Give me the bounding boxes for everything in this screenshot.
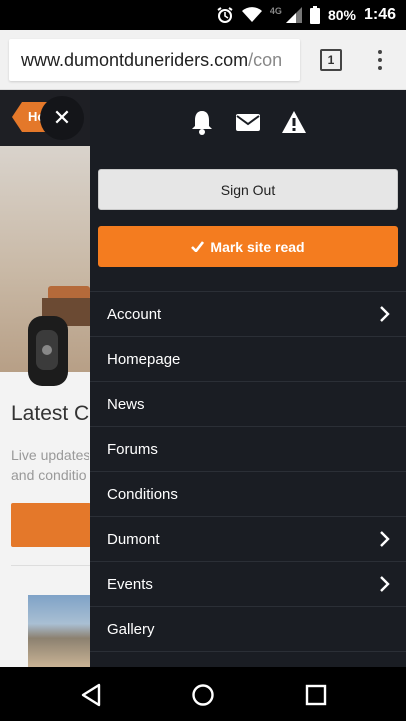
latest-description-line: Live updates xyxy=(11,447,89,463)
chevron-right-icon xyxy=(380,531,390,547)
side-menu: Sign Out Mark site read Account Homepage… xyxy=(90,90,406,667)
sign-out-button[interactable]: Sign Out xyxy=(98,169,398,210)
clock-time: 1:46 xyxy=(363,6,396,23)
android-nav-bar xyxy=(0,667,406,721)
cell-signal-icon xyxy=(285,7,302,23)
latest-description-line: and conditio xyxy=(11,467,87,483)
browser-menu-icon[interactable] xyxy=(370,47,390,73)
menu-icon-row xyxy=(90,108,406,142)
home-icon[interactable] xyxy=(191,683,215,707)
recents-icon[interactable] xyxy=(304,683,328,707)
menu-item-events[interactable]: Events xyxy=(90,561,406,606)
menu-item-label: Homepage xyxy=(107,350,181,368)
status-icons: 4G 80% 1:46 xyxy=(216,0,396,30)
menu-item-label: Forums xyxy=(107,440,158,458)
dune-buggy-image xyxy=(28,286,90,386)
menu-item-news[interactable]: News xyxy=(90,381,406,426)
mark-site-read-label: Mark site read xyxy=(210,238,305,255)
url-host: www.dumontduneriders.com xyxy=(21,49,249,70)
close-menu-button[interactable]: ✕ xyxy=(40,96,84,140)
menu-item-label: News xyxy=(107,395,145,413)
status-bar: 4G 80% 1:46 xyxy=(0,0,406,30)
divider xyxy=(11,565,91,566)
menu-item-label: Gallery xyxy=(107,620,155,638)
latest-heading: Latest C xyxy=(11,402,90,425)
battery-percent: 80% xyxy=(327,7,356,23)
battery-icon xyxy=(309,6,320,24)
mark-site-read-button[interactable]: Mark site read xyxy=(98,226,398,267)
network-type-label: 4G xyxy=(269,6,282,16)
menu-item-more[interactable] xyxy=(90,651,406,667)
warning-icon[interactable] xyxy=(281,108,307,136)
menu-item-label: Account xyxy=(107,305,162,323)
chevron-right-icon xyxy=(380,576,390,592)
wifi-icon xyxy=(241,7,262,23)
browser-toolbar: www.dumontduneriders.com/con 1 xyxy=(0,30,406,90)
menu-item-dumont[interactable]: Dumont xyxy=(90,516,406,561)
latest-description: Live updates and conditio xyxy=(11,445,89,485)
url-field[interactable]: www.dumontduneriders.com/con xyxy=(9,39,300,81)
orange-cta-button[interactable] xyxy=(11,503,91,547)
menu-item-conditions[interactable]: Conditions xyxy=(90,471,406,516)
menu-item-label: Events xyxy=(107,575,153,593)
menu-item-account[interactable]: Account xyxy=(90,291,406,336)
back-icon[interactable] xyxy=(79,683,103,707)
menu-item-forums[interactable]: Forums xyxy=(90,426,406,471)
menu-item-homepage[interactable]: Homepage xyxy=(90,336,406,381)
bell-icon[interactable] xyxy=(189,108,215,136)
menu-item-gallery[interactable]: Gallery xyxy=(90,606,406,651)
menu-nav-list: Account Homepage News Forums Conditions … xyxy=(90,291,406,667)
alarm-icon xyxy=(216,6,234,24)
check-icon xyxy=(191,239,205,255)
chevron-right-icon xyxy=(380,306,390,322)
close-icon: ✕ xyxy=(52,105,72,130)
menu-item-label: Dumont xyxy=(107,530,160,548)
envelope-icon[interactable] xyxy=(235,108,261,136)
menu-item-label: Conditions xyxy=(107,485,178,503)
desert-thumbnail[interactable] xyxy=(28,595,90,667)
url-path: /con xyxy=(248,49,283,70)
tab-switcher-button[interactable]: 1 xyxy=(320,49,342,71)
